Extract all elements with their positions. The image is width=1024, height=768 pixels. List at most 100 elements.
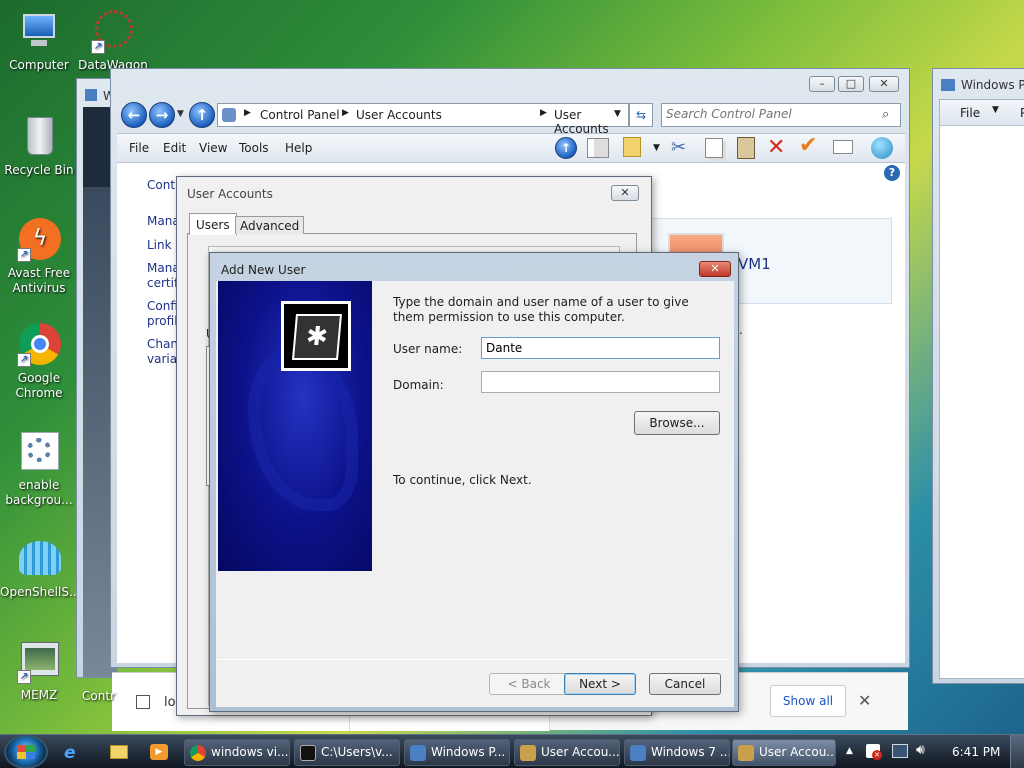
chevron-down-icon[interactable]: ▼ [992,105,999,115]
chevron-down-icon[interactable]: ▼ [653,143,660,153]
show-hidden-icons-chevron[interactable]: ▲ [846,746,853,756]
internet-explorer-icon[interactable]: e [64,743,76,763]
maximize-button[interactable]: □ [838,76,864,92]
desktop-icon-avast[interactable]: ϟ ↗ Avast Free Antivirus [0,218,78,296]
window-icon [941,79,955,91]
shortcut-arrow-icon: ↗ [17,353,31,367]
paste-icon[interactable] [737,137,755,159]
search-box[interactable]: ⌕ [661,103,901,127]
desktop-icon-label: MEMZ [20,688,58,702]
desktop-icon-datawagon[interactable]: ↗ DataWagon [74,10,152,73]
delete-icon[interactable]: ✕ [767,135,785,160]
photo-viewer-window[interactable]: Windows Pi File ▼ P [932,68,1024,684]
search-input[interactable] [666,107,866,121]
close-button[interactable]: ✕ [869,76,899,92]
show-desktop-button[interactable] [1010,735,1024,768]
back-arrow-icon[interactable]: ← [121,102,147,128]
image-file-icon [136,695,150,709]
close-button[interactable]: ✕ [699,261,731,277]
chevron-right-icon: ▶ [342,108,349,118]
taskbar-item-windows-photo[interactable]: Windows P... [404,739,510,766]
folder-icon[interactable] [110,745,128,759]
menu-edit[interactable]: Edit [163,141,186,155]
search-icon[interactable]: ⌕ [882,107,889,122]
photo-viewer-icon [410,745,426,761]
up-arrow-icon[interactable]: ↑ [189,102,215,128]
help-icon[interactable]: ? [884,165,900,181]
recent-pages-chevron-icon[interactable]: ▼ [177,109,184,119]
media-player-icon[interactable]: ▶ [150,744,168,760]
menu-file[interactable]: File [129,141,149,155]
close-icon[interactable]: ✕ [858,691,871,710]
explorer-window-icon [630,745,646,761]
taskbar-item-chrome[interactable]: windows vi... [184,739,290,766]
user-accounts-icon [738,745,754,761]
continue-text: To continue, click Next. [393,473,532,487]
username-label: User name: [393,342,463,356]
taskbar: e ▶ windows vi... C:\Users\v... Windows … [0,734,1024,768]
desktop-icon-chrome[interactable]: ↗ Google Chrome [0,323,78,401]
task-link[interactable]: profil [147,314,178,328]
clock[interactable]: 6:41 PM [952,745,1000,759]
close-button[interactable]: ✕ [611,185,639,201]
task-link[interactable]: Mana [147,261,180,275]
window-icon [85,89,97,101]
tab-advanced[interactable]: Advanced [235,216,305,234]
checkmark-icon[interactable]: ✔ [799,133,817,158]
intro-text: Type the domain and user name of a user … [393,295,689,324]
menu-file[interactable]: File [960,106,980,120]
recycle-bin-icon [17,115,61,159]
desktop-icon-enable-background[interactable]: enable backgrou... [0,430,78,508]
task-link[interactable]: Chan [147,337,178,351]
user-name: VM1 [738,255,771,273]
task-label: User Accou... [541,745,620,759]
network-icon[interactable] [892,744,908,758]
start-button[interactable] [4,735,48,768]
desktop-icon-label: Recycle Bin [4,163,74,177]
breadcrumb-control-panel[interactable]: Control Panel [260,108,340,122]
show-all-button[interactable]: Show all [770,685,846,717]
keys-icon: ✱ [281,301,351,371]
back-button[interactable]: < Back [489,673,569,695]
desktop-icon-recycle-bin[interactable]: Recycle Bin [0,115,78,178]
menu-tools[interactable]: Tools [239,141,269,155]
up-one-level-icon[interactable]: ↑ [555,137,577,159]
volume-icon[interactable]: 🔊︎ [916,742,925,758]
menu-help[interactable]: Help [285,141,312,155]
add-new-user-dialog[interactable]: Add New User ✕ ✱ Type the domain and use… [209,252,739,712]
datawagon-icon: ↗ [91,10,135,54]
username-input[interactable] [481,337,720,359]
task-label: User Accou... [759,745,836,759]
menu-print[interactable]: P [1020,106,1024,120]
properties-icon[interactable] [833,140,853,154]
minimize-button[interactable]: – [809,76,835,92]
cut-icon[interactable]: ✂ [671,137,686,158]
refresh-button[interactable]: ⇆ [629,103,653,127]
next-button[interactable]: Next > [564,673,636,695]
folders-pane-icon[interactable] [587,138,609,158]
browse-button[interactable]: Browse... [634,411,720,435]
desktop-icon-openshell[interactable]: OpenShellS... [0,537,80,600]
copy-icon[interactable] [705,138,723,158]
desktop-icon-computer[interactable]: Computer [0,10,78,73]
breadcrumb-user-accounts[interactable]: User Accounts [356,108,442,122]
task-link[interactable]: Confi [147,299,178,313]
address-dropdown-chevron-icon[interactable]: ▼ [614,109,621,119]
task-link[interactable]: Mana [147,214,180,228]
memz-icon: ↗ [17,640,61,684]
taskbar-item-command-prompt[interactable]: C:\Users\v... [294,739,400,766]
user-accounts-icon [520,745,536,761]
desktop-icon-memz[interactable]: ↗ MEMZ [0,640,78,703]
action-center-icon[interactable]: ✕ [866,744,882,760]
taskbar-item-windows-7[interactable]: Windows 7 ... [624,739,730,766]
domain-input[interactable] [481,371,720,393]
menu-view[interactable]: View [199,141,227,155]
taskbar-item-user-accounts[interactable]: User Accou... [514,739,620,766]
folder-options-icon[interactable] [623,137,641,157]
forward-arrow-icon[interactable]: → [149,102,175,128]
taskbar-item-user-accounts-active[interactable]: User Accou... [732,739,836,766]
cancel-button[interactable]: Cancel [649,673,721,695]
tab-users[interactable]: Users [189,213,237,235]
shell-globe-icon[interactable] [871,137,893,159]
address-bar[interactable]: ▶ Control Panel ▶ User Accounts ▶ User A… [217,103,629,136]
